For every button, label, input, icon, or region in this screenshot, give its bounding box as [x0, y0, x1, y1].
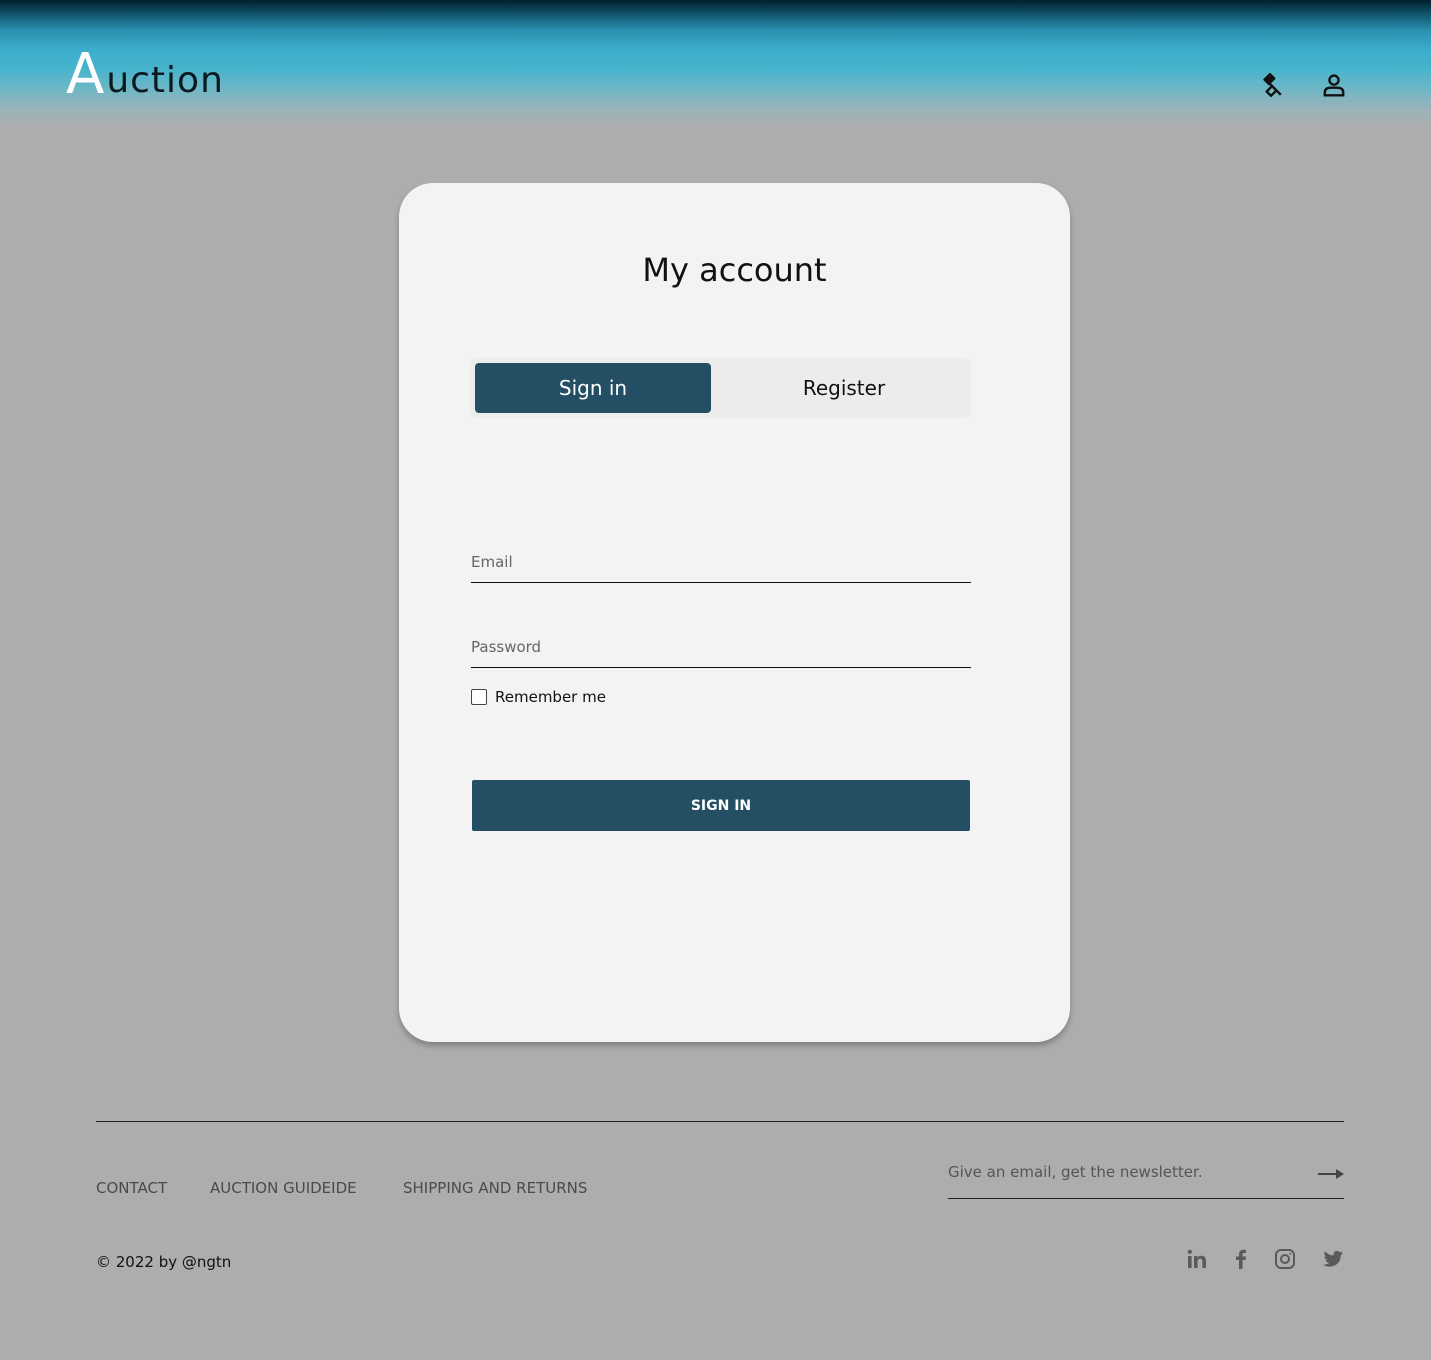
- tab-register[interactable]: Register: [722, 363, 966, 413]
- newsletter-form: [948, 1152, 1344, 1199]
- site-header: A uction: [0, 0, 1431, 128]
- password-field-wrapper: [471, 622, 971, 668]
- twitter-icon[interactable]: [1321, 1247, 1345, 1271]
- logo-initial: A: [66, 42, 105, 107]
- footer-link-auction-guide[interactable]: AUCTION GUIDEIDE: [210, 1179, 357, 1197]
- remember-checkbox[interactable]: [471, 689, 487, 705]
- footer-divider: [96, 1121, 1344, 1122]
- footer-link-contact[interactable]: CONTACT: [96, 1179, 167, 1197]
- arrow-right-icon[interactable]: [1318, 1166, 1344, 1182]
- logo-text: uction: [106, 60, 224, 101]
- newsletter-input[interactable]: [948, 1152, 1308, 1192]
- email-field[interactable]: [471, 537, 971, 582]
- gavel-icon[interactable]: [1258, 72, 1284, 98]
- account-card: My account Sign in Register Remember me …: [399, 183, 1070, 1042]
- copyright-text: © 2022 by @ngtn: [96, 1253, 232, 1271]
- linkedin-icon[interactable]: [1185, 1247, 1209, 1271]
- remember-label[interactable]: Remember me: [495, 688, 606, 706]
- footer-link-shipping-returns[interactable]: SHIPPING AND RETURNS: [403, 1179, 587, 1197]
- auth-tabs: Sign in Register: [470, 358, 971, 418]
- sign-in-button[interactable]: SIGN IN: [472, 780, 970, 831]
- site-logo[interactable]: A uction: [66, 42, 224, 107]
- page-title: My account: [642, 251, 827, 289]
- instagram-icon[interactable]: [1273, 1247, 1297, 1271]
- remember-me: Remember me: [471, 688, 606, 706]
- tab-sign-in[interactable]: Sign in: [475, 363, 711, 413]
- email-field-wrapper: [471, 537, 971, 583]
- password-field[interactable]: [471, 622, 971, 667]
- user-icon[interactable]: [1321, 72, 1347, 98]
- facebook-icon[interactable]: [1229, 1247, 1253, 1271]
